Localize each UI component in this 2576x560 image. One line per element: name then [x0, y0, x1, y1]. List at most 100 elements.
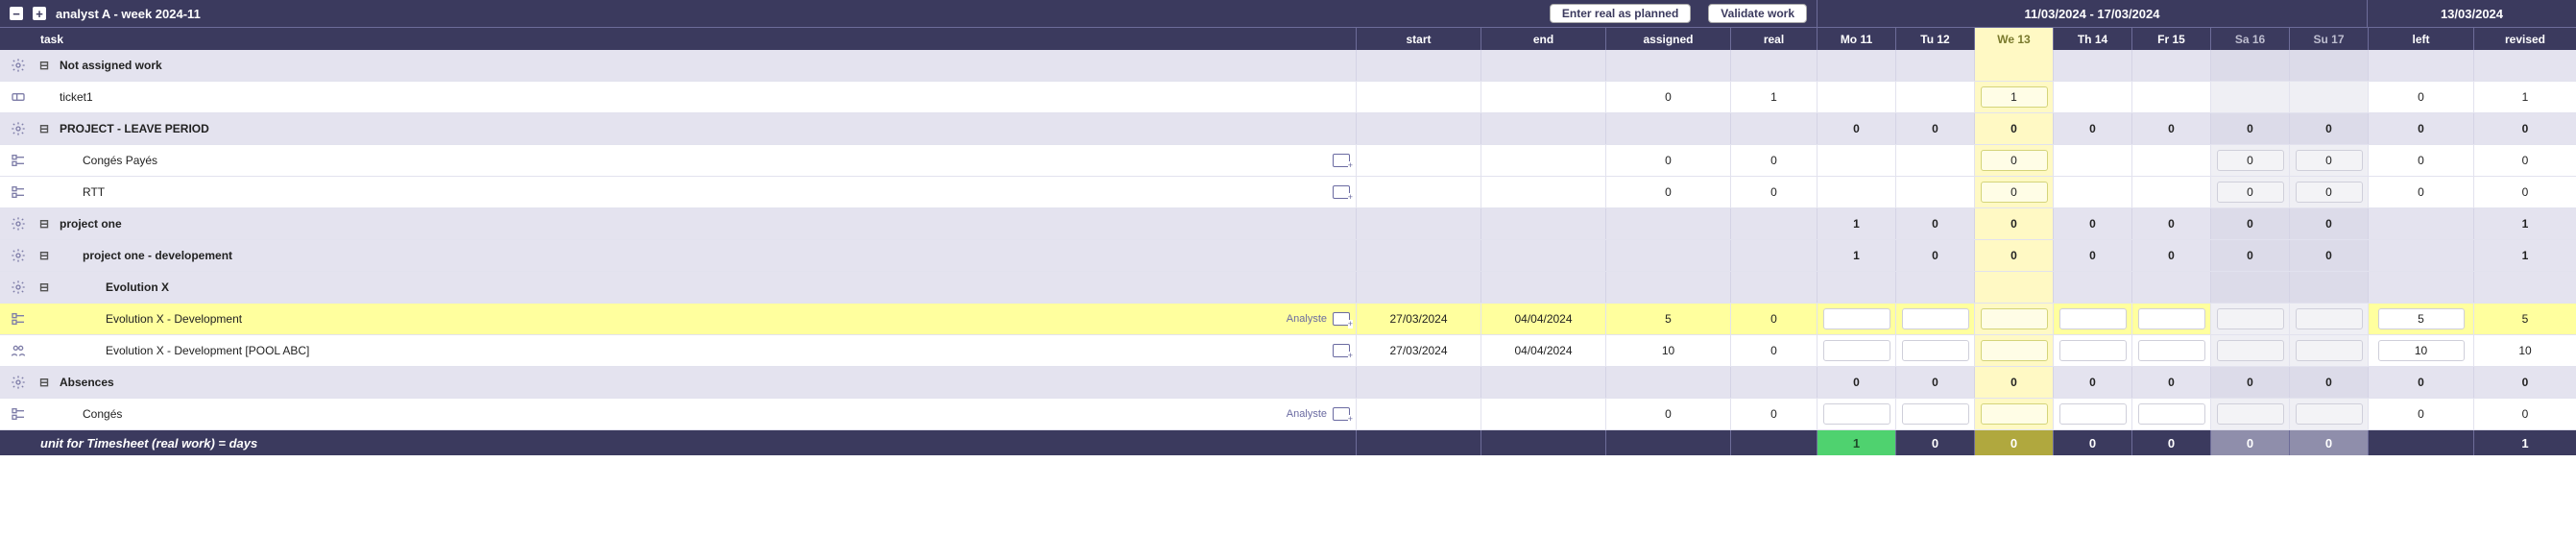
cell-day-4	[2131, 399, 2210, 429]
footer-label: unit for Timesheet (real work) = days	[0, 430, 1356, 455]
cell-real	[1730, 367, 1817, 398]
add-comment-icon[interactable]	[1333, 185, 1350, 199]
cell-day-5: 0	[2210, 113, 2289, 144]
work-input[interactable]	[2296, 340, 2363, 361]
cell-real	[1730, 50, 1817, 81]
page-title: analyst A - week 2024-11	[56, 7, 201, 21]
day-total: 0	[2168, 122, 2175, 135]
cell-start	[1356, 113, 1481, 144]
table-row: ⊟project one - developement10000001	[0, 240, 2576, 272]
collapse-toggle[interactable]: ⊟	[36, 280, 52, 294]
cell-end	[1481, 272, 1605, 303]
cell-day-6: 0	[2289, 113, 2368, 144]
cell-real	[1730, 208, 1817, 239]
work-input[interactable]	[2138, 340, 2205, 361]
work-input[interactable]	[1981, 403, 2048, 425]
work-input[interactable]	[2138, 403, 2205, 425]
cell-day-0: 0	[1817, 113, 1895, 144]
enter-real-as-planned-button[interactable]: Enter real as planned	[1550, 4, 1691, 23]
cell-day-6	[2289, 272, 2368, 303]
cell-end	[1481, 177, 1605, 207]
footer-total-we: 0	[1974, 430, 2053, 455]
cell-day-0	[1817, 272, 1895, 303]
revised-value: 10	[2518, 344, 2531, 357]
work-input[interactable]	[1823, 308, 1890, 329]
left-input[interactable]	[2378, 340, 2465, 361]
work-input[interactable]	[1981, 150, 2048, 171]
cell-day-2	[1974, 50, 2053, 81]
add-comment-icon[interactable]	[1333, 407, 1350, 421]
work-input[interactable]	[2217, 340, 2284, 361]
work-input[interactable]	[2296, 308, 2363, 329]
revised-value: 0	[2522, 122, 2529, 135]
cell-day-1: 0	[1895, 113, 1974, 144]
validate-work-button[interactable]: Validate work	[1708, 4, 1807, 23]
cell-day-1: 0	[1895, 367, 1974, 398]
work-input[interactable]	[2217, 403, 2284, 425]
work-input[interactable]	[2059, 308, 2127, 329]
collapse-toggle[interactable]: ⊟	[36, 122, 52, 135]
revised-value: 0	[2522, 376, 2529, 389]
cell-assigned	[1605, 367, 1730, 398]
collapse-toggle[interactable]: ⊟	[36, 376, 52, 389]
work-input[interactable]	[1981, 182, 2048, 203]
task-label: Congés	[60, 407, 122, 421]
work-input[interactable]	[2217, 150, 2284, 171]
cell-revised: 0	[2473, 113, 2576, 144]
work-input[interactable]	[2217, 308, 2284, 329]
gear-icon	[8, 58, 29, 73]
day-total: 1	[1853, 217, 1860, 231]
work-input[interactable]	[1823, 403, 1890, 425]
cell-assigned: 0	[1605, 399, 1730, 429]
collapse-toggle[interactable]: ⊟	[36, 217, 52, 231]
work-input[interactable]	[1823, 340, 1890, 361]
cell-day-0	[1817, 82, 1895, 112]
gear-icon	[8, 375, 29, 390]
cell-left	[2368, 50, 2473, 81]
work-input[interactable]	[2296, 150, 2363, 171]
footer-left	[2368, 430, 2473, 455]
add-comment-icon[interactable]	[1333, 154, 1350, 167]
work-input[interactable]	[2296, 182, 2363, 203]
task-label: Congés Payés	[60, 154, 157, 167]
add-comment-icon[interactable]	[1333, 344, 1350, 357]
left-input[interactable]	[2378, 308, 2465, 329]
expand-all-icon[interactable]: +	[33, 7, 46, 20]
work-input[interactable]	[2059, 403, 2127, 425]
cell-day-5: 0	[2210, 240, 2289, 271]
work-input[interactable]	[1902, 308, 1969, 329]
footer-bar: unit for Timesheet (real work) = days 1 …	[0, 430, 2576, 455]
work-input[interactable]	[1981, 340, 2048, 361]
collapse-toggle[interactable]: ⊟	[36, 59, 52, 72]
work-input[interactable]	[2217, 182, 2284, 203]
left-value: 0	[2418, 154, 2424, 167]
work-input[interactable]	[1981, 86, 2048, 108]
work-input[interactable]	[1981, 308, 2048, 329]
table-row: RTT0000	[0, 177, 2576, 208]
cell-assigned: 0	[1605, 177, 1730, 207]
day-total: 0	[1853, 122, 1860, 135]
work-input[interactable]	[2138, 308, 2205, 329]
cell-day-0	[1817, 304, 1895, 334]
cell-day-2	[1974, 272, 2053, 303]
footer-total-th: 0	[2053, 430, 2131, 455]
task-icon	[8, 406, 29, 422]
add-comment-icon[interactable]	[1333, 312, 1350, 326]
task-right	[1333, 154, 1350, 167]
cell-end	[1481, 145, 1605, 176]
task-cell: Congés Payés	[0, 145, 1356, 176]
cell-day-2	[1974, 145, 2053, 176]
collapse-all-icon[interactable]: −	[10, 7, 23, 20]
cell-start	[1356, 399, 1481, 429]
work-input[interactable]	[1902, 403, 1969, 425]
task-icon	[8, 311, 29, 327]
day-total: 0	[1853, 376, 1860, 389]
task-right	[1333, 344, 1350, 357]
work-input[interactable]	[1902, 340, 1969, 361]
cell-day-1	[1895, 399, 1974, 429]
work-input[interactable]	[2059, 340, 2127, 361]
revised-value: 1	[2522, 217, 2529, 231]
work-input[interactable]	[2296, 403, 2363, 425]
collapse-toggle[interactable]: ⊟	[36, 249, 52, 262]
cell-day-3: 0	[2053, 113, 2131, 144]
